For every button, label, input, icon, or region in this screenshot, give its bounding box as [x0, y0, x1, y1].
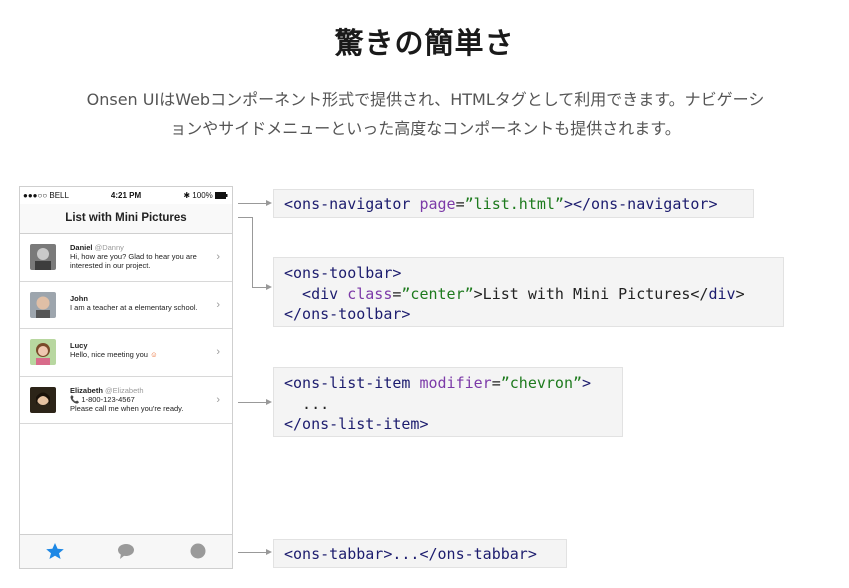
code-token: > [735, 284, 745, 303]
item-name: Daniel [70, 243, 93, 252]
item-line: interested in our project. [70, 261, 151, 271]
bluetooth-icon: ✱ [183, 191, 191, 200]
item-line: Hi, how are you? Glad to hear you are [70, 252, 197, 262]
tab-bar [20, 534, 232, 568]
code-token: ”center” [401, 284, 474, 303]
list-item[interactable]: Lucy Hello, nice meeting you ☺ › [20, 329, 232, 377]
code-token: = [455, 195, 465, 213]
code-token: page [419, 195, 456, 213]
lead-line-2: ョンやサイドメニューといった高度なコンポーネントも提供されます。 [170, 119, 681, 138]
code-line: </ons-toolbar> [284, 305, 411, 323]
code-navigator: <ons-navigator page=”list.html”></ons-na… [273, 189, 754, 218]
chevron-right-icon: › [216, 393, 220, 406]
code-token: = [491, 374, 501, 392]
code-line: <ons-tabbar>...</ons-tabbar> [284, 545, 537, 563]
code-token: <div [284, 284, 339, 303]
arrow-icon [266, 284, 272, 290]
arrow-icon [266, 200, 272, 206]
code-toolbar: <ons-toolbar> <div class=”center”>List w… [273, 257, 784, 327]
item-name: Elizabeth [70, 385, 103, 395]
item-line: Hello, nice meeting you [70, 350, 148, 360]
lead-text: Onsen UIはWebコンポーネント形式で提供され、HTMLタグとして利用でき… [18, 85, 833, 143]
list-item[interactable]: John I am a teacher at a elementary scho… [20, 282, 232, 329]
item-line: I am a teacher at a elementary school. [70, 302, 198, 312]
code-list-item: <ons-list-item modifier=”chevron”> ... </… [273, 367, 623, 437]
item-name: John [70, 293, 88, 303]
item-name: Lucy [70, 341, 88, 350]
code-token: ></ons-navigator> [563, 195, 718, 213]
connector-line [238, 203, 266, 204]
avatar [30, 339, 56, 365]
code-token: ”chevron” [500, 374, 583, 392]
star-icon[interactable] [45, 542, 65, 560]
chat-bubble-icon[interactable] [116, 542, 136, 560]
code-line: <ons-toolbar> [284, 264, 402, 282]
code-token: <ons-navigator [284, 195, 411, 213]
smiley-icon: ☺ [150, 350, 158, 360]
code-line: ... [284, 394, 330, 413]
connector-line [252, 287, 266, 288]
circle-icon[interactable] [188, 542, 208, 560]
arrow-icon [266, 549, 272, 555]
list-item[interactable]: Elizabeth @Elizabeth 📞 1-800-123-4567 Pl… [20, 377, 232, 424]
status-bar: ●●●○○ BELL 4:21 PM ✱ 100% [20, 187, 232, 204]
connector-line [252, 217, 253, 287]
lead-line-1: Onsen UIはWebコンポーネント形式で提供され、HTMLタグとして利用でき… [86, 90, 765, 109]
code-token: ”list.html” [464, 195, 564, 213]
code-token: class [347, 284, 393, 303]
code-token: modifier [419, 374, 492, 392]
code-token: >List with Mini Pictures</ [473, 284, 709, 303]
chevron-right-icon: › [216, 298, 220, 311]
avatar [30, 291, 56, 318]
chevron-right-icon: › [216, 346, 220, 358]
connector-line [238, 552, 266, 553]
code-token: > [582, 374, 592, 392]
list: Daniel @Danny Hi, how are you? Glad to h… [20, 234, 232, 424]
toolbar: List with Mini Pictures [20, 204, 232, 234]
avatar [30, 244, 56, 270]
battery-label: ✱ 100% [183, 191, 228, 200]
battery-icon [215, 192, 228, 200]
connector-line [238, 217, 252, 218]
item-handle: @Elizabeth [105, 385, 144, 395]
avatar [30, 386, 56, 413]
battery-percent: 100% [192, 191, 213, 200]
arrow-icon [266, 399, 272, 405]
code-line: </ons-list-item> [284, 415, 429, 433]
list-item[interactable]: Daniel @Danny Hi, how are you? Glad to h… [20, 234, 232, 282]
connector-line [238, 402, 266, 403]
item-handle: @Danny [94, 243, 124, 252]
item-line: 📞 1-800-123-4567 [70, 394, 135, 404]
code-tabbar: <ons-tabbar>...</ons-tabbar> [273, 539, 567, 568]
code-token: <ons-list-item [284, 374, 411, 392]
chevron-right-icon: › [216, 251, 220, 263]
item-line: Please call me when you're ready. [70, 403, 184, 413]
page-title: 驚きの簡単さ [334, 26, 515, 60]
code-token: div [708, 284, 736, 303]
phone-mockup: ●●●○○ BELL 4:21 PM ✱ 100% List with Mini… [19, 186, 233, 569]
